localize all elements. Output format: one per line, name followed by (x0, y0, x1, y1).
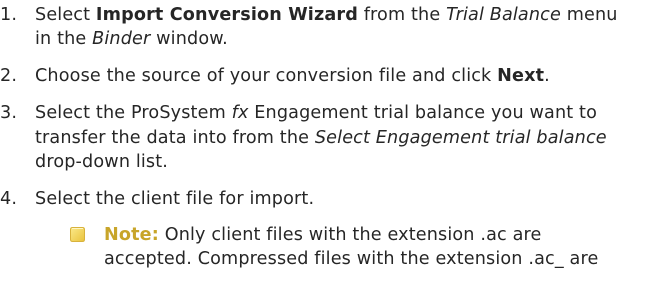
menu-item-reference: Import Conversion Wizard (95, 5, 358, 25)
step-number: 3. (0, 103, 18, 123)
note-line-2: accepted. Compressed files with the exte… (104, 249, 599, 269)
menu-reference: Trial Balance (446, 5, 561, 25)
step-2-line-1: Choose the source of your conversion fil… (35, 66, 550, 86)
step-number: 4. (0, 189, 18, 209)
button-reference: Next (497, 66, 545, 86)
step-number: 2. (0, 66, 18, 86)
note-line-1: Note: Only client files with the extensi… (104, 225, 542, 245)
step-3-line-3: drop-down list. (35, 152, 169, 172)
step-1-line-2: in the Binder window. (35, 29, 228, 49)
step-number: 1. (0, 5, 18, 25)
note-label: Note: (104, 225, 159, 245)
note-icon (70, 227, 85, 242)
step-1-line-1: Select Import Conversion Wizard from the… (35, 5, 618, 25)
window-reference: Binder (92, 29, 151, 49)
step-3-line-2: transfer the data into from the Select E… (35, 128, 607, 148)
step-3-line-1: Select the ProSystem fx Engagement trial… (35, 103, 598, 123)
product-name-fx: fx (231, 103, 249, 123)
note-callout: Note: Only client files with the extensi… (0, 224, 661, 284)
dropdown-reference: Select Engagement trial balance (314, 128, 607, 148)
step-4-line-1: Select the client file for import. (35, 189, 315, 209)
